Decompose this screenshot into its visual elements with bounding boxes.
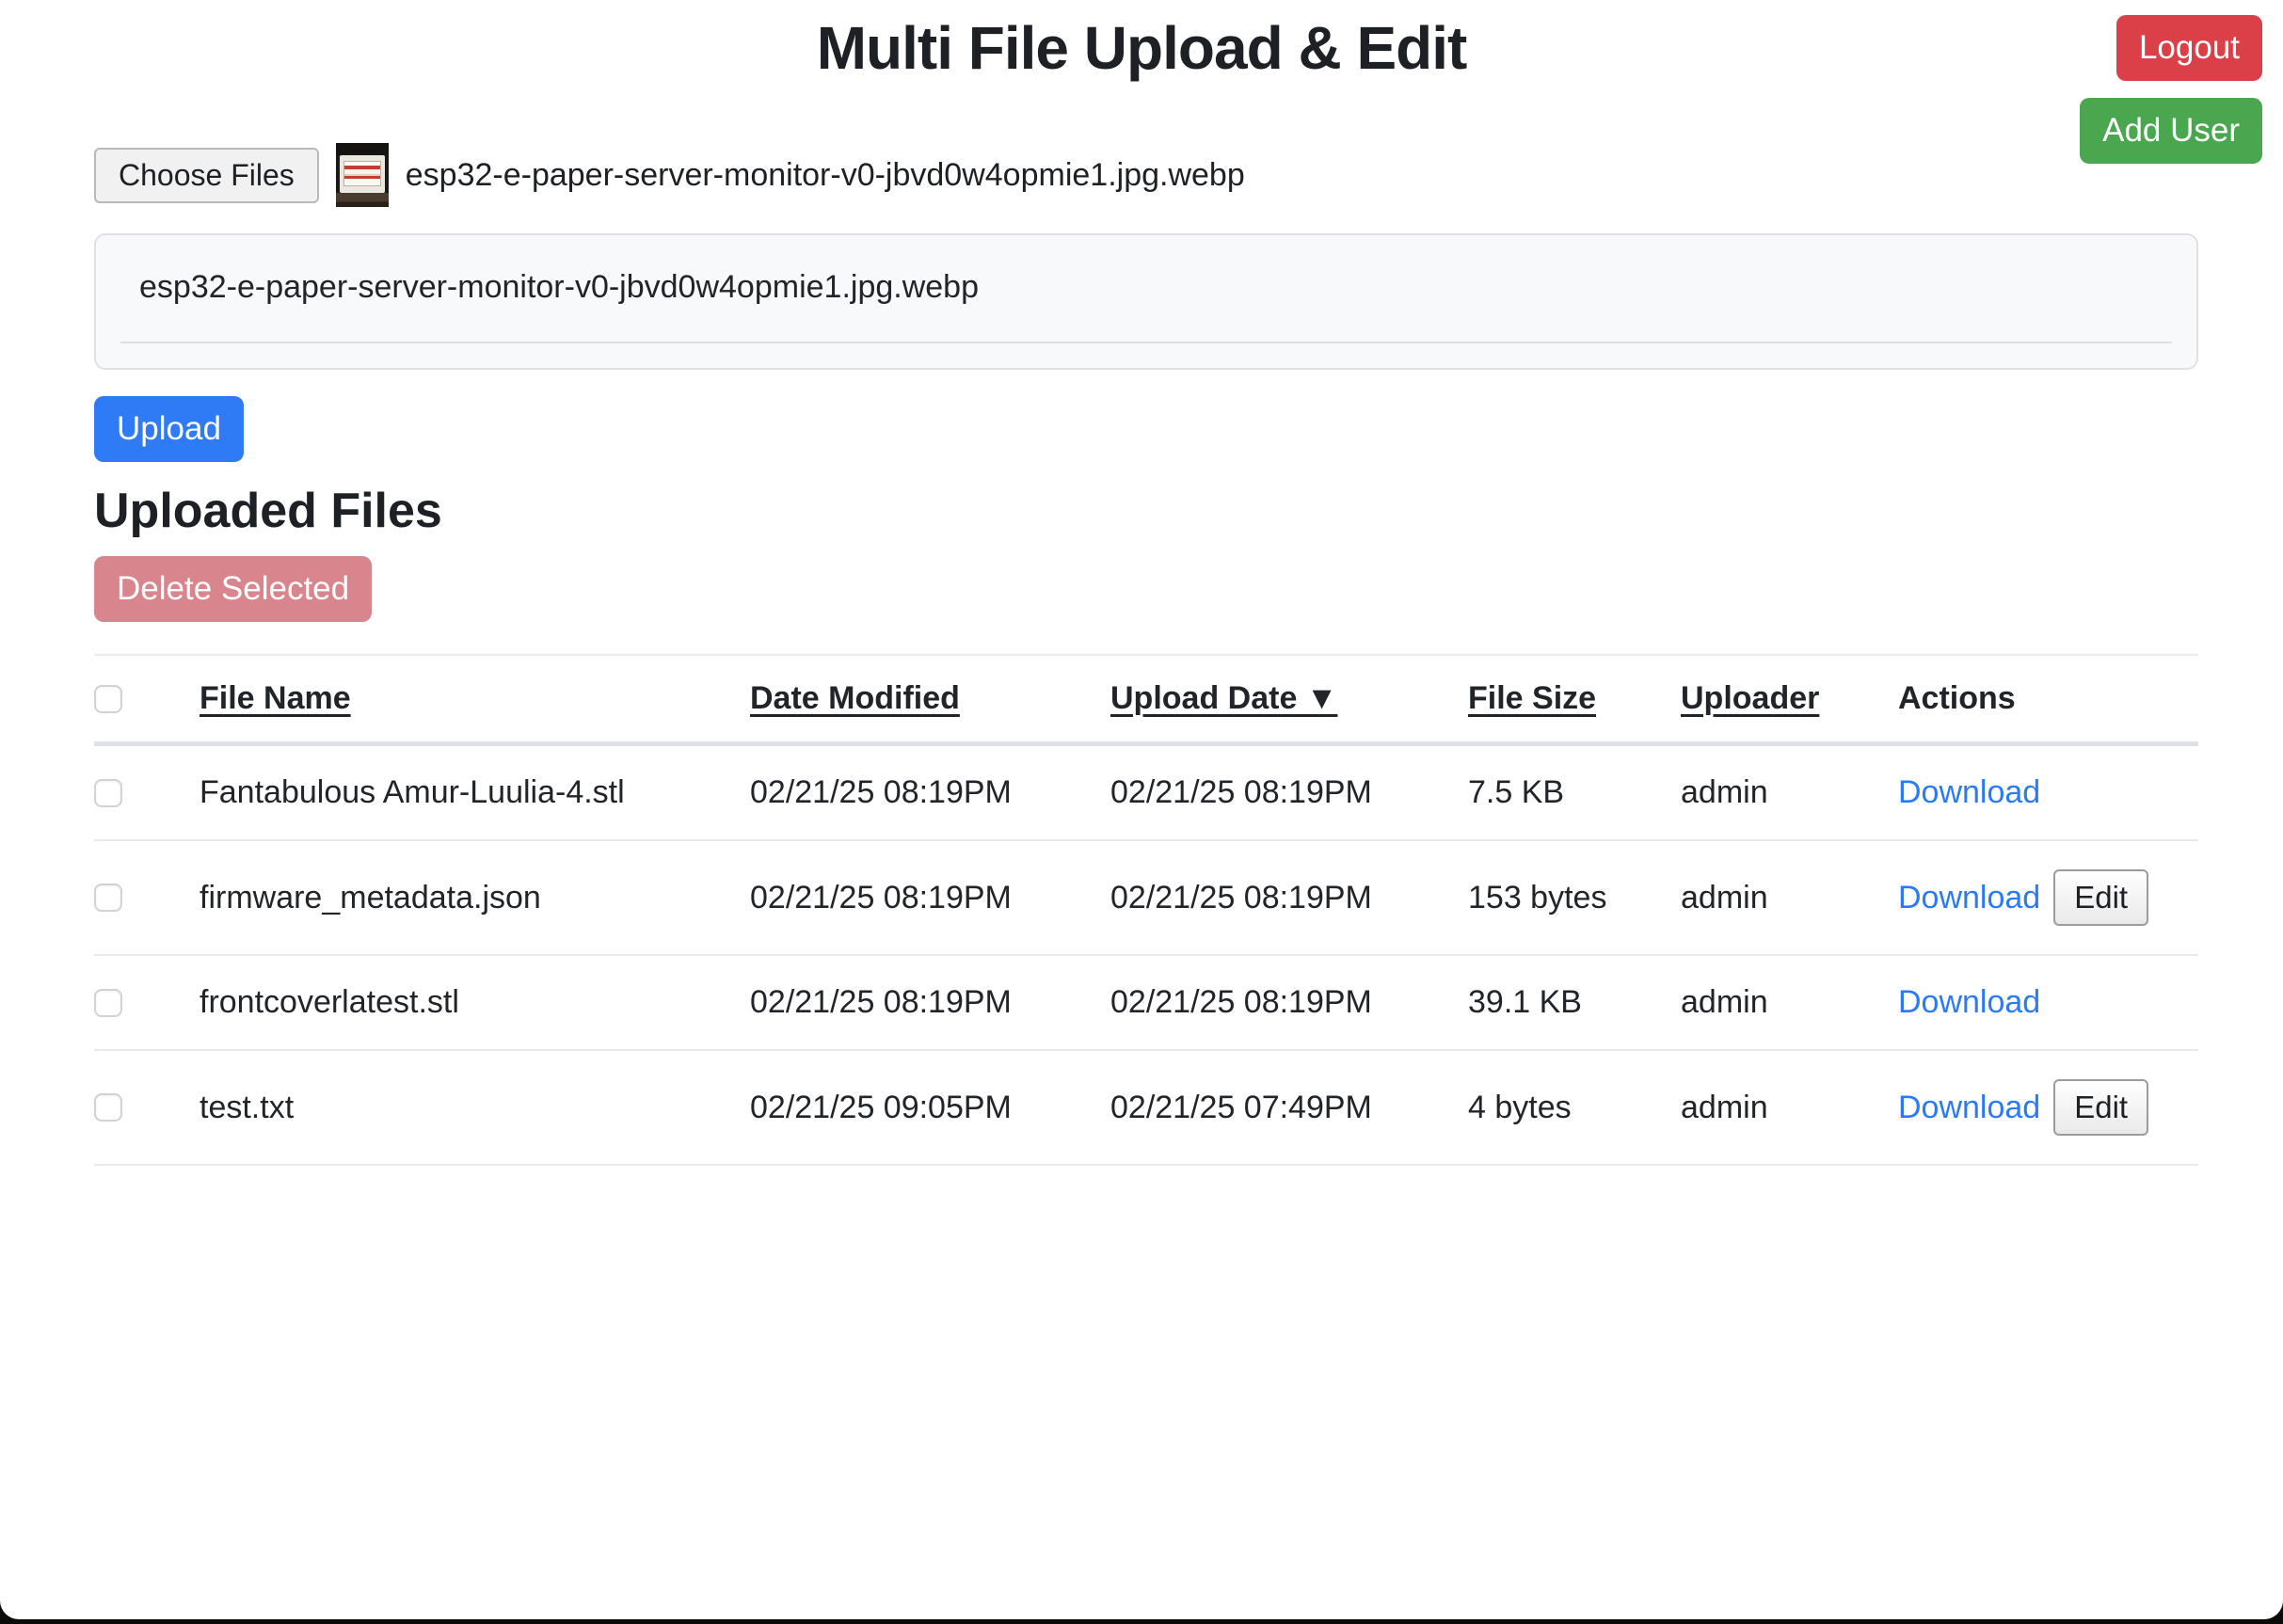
edit-button[interactable]: Edit [2053, 1079, 2148, 1136]
upload-button[interactable]: Upload [94, 396, 244, 462]
file-size-cell: 4 bytes [1468, 1050, 1681, 1165]
date-modified-cell: 02/21/25 09:05PM [750, 1050, 1110, 1165]
table-row: frontcoverlatest.stl02/21/25 08:19PM02/2… [94, 955, 2198, 1050]
column-header[interactable]: Uploader [1681, 655, 1898, 744]
upload-date-cell: 02/21/25 08:19PM [1110, 744, 1468, 841]
uploader-cell: admin [1681, 840, 1898, 955]
actions-cell: Download [1898, 955, 2198, 1050]
e-paper-device-photo-icon [336, 143, 389, 207]
table-row: test.txt02/21/25 09:05PM02/21/25 07:49PM… [94, 1050, 2198, 1165]
uploader-cell: admin [1681, 955, 1898, 1050]
queued-files-list: esp32-e-paper-server-monitor-v0-jbvd0w4o… [94, 233, 2198, 370]
delete-selected-button[interactable]: Delete Selected [94, 556, 372, 622]
download-link[interactable]: Download [1898, 880, 2040, 915]
file-size-cell: 39.1 KB [1468, 955, 1681, 1050]
file-name-cell: frontcoverlatest.stl [200, 955, 750, 1050]
actions-cell: Download Edit [1898, 840, 2198, 955]
upload-date-cell: 02/21/25 08:19PM [1110, 955, 1468, 1050]
table-row: Fantabulous Amur-Luulia-4.stl02/21/25 08… [94, 744, 2198, 841]
selected-file-name: esp32-e-paper-server-monitor-v0-jbvd0w4o… [406, 157, 1245, 194]
row-checkbox[interactable] [94, 1093, 122, 1122]
app-window: Multi File Upload & Edit Logout Add User… [0, 0, 2283, 1619]
column-header: Actions [1898, 655, 2198, 744]
logout-button[interactable]: Logout [2116, 15, 2262, 81]
thumb-screen-shape [343, 161, 381, 186]
file-name-cell: test.txt [200, 1050, 750, 1165]
row-checkbox[interactable] [94, 884, 122, 912]
file-name-cell: Fantabulous Amur-Luulia-4.stl [200, 744, 750, 841]
edit-button[interactable]: Edit [2053, 869, 2148, 926]
add-user-button[interactable]: Add User [2080, 98, 2262, 164]
uploader-cell: admin [1681, 744, 1898, 841]
files-table: File NameDate ModifiedUpload Date ▼File … [94, 654, 2198, 1166]
file-size-cell: 7.5 KB [1468, 744, 1681, 841]
queued-file-item: esp32-e-paper-server-monitor-v0-jbvd0w4o… [120, 269, 2172, 343]
actions-cell: Download Edit [1898, 1050, 2198, 1165]
page-title: Multi File Upload & Edit [0, 13, 2283, 83]
column-header[interactable]: Upload Date ▼ [1110, 655, 1468, 744]
table-row: firmware_metadata.json02/21/25 08:19PM02… [94, 840, 2198, 955]
column-header[interactable]: Date Modified [750, 655, 1110, 744]
date-modified-cell: 02/21/25 08:19PM [750, 955, 1110, 1050]
table-header-row: File NameDate ModifiedUpload Date ▼File … [94, 655, 2198, 744]
actions-cell: Download [1898, 744, 2198, 841]
date-modified-cell: 02/21/25 08:19PM [750, 744, 1110, 841]
download-link[interactable]: Download [1898, 1090, 2040, 1125]
choose-files-button[interactable]: Choose Files [94, 148, 319, 203]
row-checkbox[interactable] [94, 779, 122, 807]
date-modified-cell: 02/21/25 08:19PM [750, 840, 1110, 955]
download-link[interactable]: Download [1898, 984, 2040, 1020]
uploader-cell: admin [1681, 1050, 1898, 1165]
uploaded-files-heading: Uploaded Files [94, 483, 2198, 539]
select-all-checkbox[interactable] [94, 685, 122, 713]
download-link[interactable]: Download [1898, 774, 2040, 810]
row-checkbox[interactable] [94, 989, 122, 1017]
column-header[interactable]: File Size [1468, 655, 1681, 744]
column-header[interactable]: File Name [200, 655, 750, 744]
file-input-row: Choose Files esp32-e-paper-server-monito… [94, 143, 2198, 207]
file-size-cell: 153 bytes [1468, 840, 1681, 955]
file-name-cell: firmware_metadata.json [200, 840, 750, 955]
upload-date-cell: 02/21/25 07:49PM [1110, 1050, 1468, 1165]
upload-date-cell: 02/21/25 08:19PM [1110, 840, 1468, 955]
